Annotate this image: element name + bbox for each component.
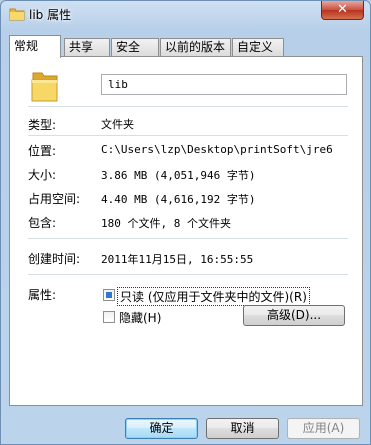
tab-general[interactable]: 常规 (9, 35, 61, 58)
size-on-disk-value: 4.40 MB (4,616,192 字节) (101, 193, 256, 206)
type-label: 类型: (28, 118, 57, 132)
created-label: 创建时间: (28, 252, 81, 266)
separator (28, 274, 348, 275)
general-panel: lib 类型: 文件夹 位置: C:\Users\lzp\Desktop\pri… (9, 56, 363, 406)
separator (28, 238, 348, 239)
tab-previous-versions[interactable]: 以前的版本 (160, 38, 231, 56)
type-value: 文件夹 (101, 118, 134, 131)
tab-customize[interactable]: 自定义 (232, 38, 284, 56)
readonly-label[interactable]: 只读 (仅应用于文件夹中的文件)(R) (117, 287, 310, 306)
separator (28, 135, 348, 136)
tab-sharing[interactable]: 共享 (64, 38, 110, 56)
hidden-label[interactable]: 隐藏(H) (119, 309, 161, 326)
attributes-label: 属性: (28, 288, 57, 302)
contains-label: 包含: (28, 216, 57, 230)
hidden-checkbox[interactable] (103, 311, 115, 323)
size-label: 大小: (28, 168, 57, 182)
contains-value: 180 个文件, 8 个文件夹 (101, 217, 231, 230)
folder-icon (9, 7, 25, 21)
location-label: 位置: (28, 144, 57, 158)
folder-name-input[interactable]: lib (101, 74, 347, 95)
tab-security[interactable]: 安全 (111, 38, 159, 56)
created-value: 2011年11月15日, 16:55:55 (101, 253, 254, 266)
ok-button[interactable]: 确定 (125, 418, 198, 439)
size-value: 3.86 MB (4,051,946 字节) (101, 169, 256, 182)
tab-strip: 常规 共享 安全 以前的版本 自定义 (9, 35, 363, 58)
window-title: lib 属性 (29, 8, 72, 22)
title-bar[interactable]: lib 属性 ✕ (1, 1, 370, 29)
location-value: C:\Users\lzp\Desktop\printSoft\jre6 (101, 143, 333, 156)
cancel-button[interactable]: 取消 (206, 418, 279, 439)
size-on-disk-label: 占用空间: (28, 192, 81, 206)
folder-icon (30, 69, 60, 103)
advanced-button[interactable]: 高级(D)... (243, 305, 345, 326)
properties-window: lib 属性 ✕ 常规 共享 安全 以前的版本 自定义 lib 类型: 文件夹 … (0, 0, 371, 445)
apply-button[interactable]: 应用(A) (287, 418, 360, 439)
readonly-checkbox[interactable] (103, 289, 115, 301)
close-button[interactable]: ✕ (321, 1, 364, 20)
separator (28, 106, 348, 107)
